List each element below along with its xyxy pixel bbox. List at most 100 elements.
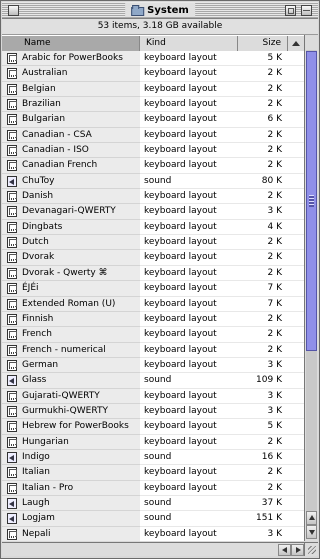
sound-file-icon[interactable] bbox=[7, 497, 17, 509]
file-list-row[interactable]: Nepali keyboard layout 3 K bbox=[2, 526, 304, 541]
file-name-cell[interactable]: Canadian - ISO bbox=[2, 143, 140, 159]
file-list-row[interactable]: French keyboard layout 2 K bbox=[2, 327, 304, 343]
keyboard-layout-file-icon[interactable] bbox=[7, 129, 17, 141]
keyboard-layout-file-icon[interactable] bbox=[7, 405, 17, 417]
file-name-cell[interactable]: Dvorak bbox=[2, 250, 140, 266]
file-list-row[interactable]: Dvorak - Qwerty ⌘ keyboard layout 2 K bbox=[2, 265, 304, 282]
file-name[interactable]: Danish bbox=[22, 189, 53, 203]
keyboard-layout-file-icon[interactable] bbox=[7, 191, 17, 203]
file-name[interactable]: Extended Roman (U) bbox=[22, 297, 115, 311]
file-list-row[interactable]: Danish keyboard layout 2 K bbox=[2, 189, 304, 205]
keyboard-layout-file-icon[interactable] bbox=[7, 68, 17, 80]
file-name-cell[interactable]: French bbox=[2, 327, 140, 343]
file-name-cell[interactable]: Gurmukhi-QWERTY bbox=[2, 403, 140, 420]
keyboard-layout-file-icon[interactable] bbox=[7, 221, 17, 233]
scroll-left-arrow[interactable] bbox=[278, 544, 291, 556]
file-name[interactable]: Bulgarian bbox=[22, 112, 65, 126]
file-list-row[interactable]: Australian keyboard layout 2 K bbox=[2, 66, 304, 82]
file-name-cell[interactable]: Logjam bbox=[2, 511, 140, 527]
file-name[interactable]: Arabic for PowerBooks bbox=[22, 51, 123, 65]
file-name[interactable]: Australian bbox=[22, 66, 68, 80]
keyboard-layout-file-icon[interactable] bbox=[7, 436, 17, 448]
keyboard-layout-file-icon[interactable] bbox=[7, 421, 17, 433]
keyboard-layout-file-icon[interactable] bbox=[7, 313, 17, 325]
file-list-row[interactable]: Belgian keyboard layout 2 K bbox=[2, 81, 304, 98]
file-name-cell[interactable]: French - numerical bbox=[2, 342, 140, 358]
file-list-row[interactable]: Canadian - ISO keyboard layout 2 K bbox=[2, 143, 304, 159]
file-list-row[interactable]: Extended Roman (U) keyboard layout 7 K bbox=[2, 296, 304, 312]
keyboard-layout-file-icon[interactable] bbox=[7, 53, 17, 64]
file-name[interactable]: German bbox=[22, 358, 58, 372]
scroll-up-arrow[interactable] bbox=[306, 511, 317, 525]
file-list-row[interactable]: Glass sound 109 K bbox=[2, 373, 304, 389]
file-list-row[interactable]: Gujarati-QWERTY keyboard layout 3 K bbox=[2, 388, 304, 404]
keyboard-layout-file-icon[interactable] bbox=[7, 390, 17, 402]
file-name-cell[interactable]: Gujarati-QWERTY bbox=[2, 388, 140, 404]
file-list-row[interactable]: Dvorak keyboard layout 2 K bbox=[2, 250, 304, 266]
file-name[interactable]: Dvorak bbox=[22, 250, 54, 264]
file-name-cell[interactable]: Canadian French bbox=[2, 158, 140, 174]
file-name-cell[interactable]: Laugh bbox=[2, 495, 140, 512]
keyboard-layout-file-icon[interactable] bbox=[7, 99, 17, 111]
file-name-cell[interactable]: German bbox=[2, 357, 140, 374]
file-list-row[interactable]: Dutch keyboard layout 2 K bbox=[2, 235, 304, 251]
file-name[interactable]: Dvorak - Qwerty ⌘ bbox=[22, 266, 108, 280]
file-name[interactable]: ChuToy bbox=[22, 174, 55, 188]
keyboard-layout-file-icon[interactable] bbox=[7, 329, 17, 341]
file-name[interactable]: ÉJÉi bbox=[22, 281, 39, 295]
file-name[interactable]: Dutch bbox=[22, 235, 49, 249]
keyboard-layout-file-icon[interactable] bbox=[7, 160, 17, 172]
file-name-cell[interactable]: Bulgarian bbox=[2, 112, 140, 128]
keyboard-layout-file-icon[interactable] bbox=[7, 283, 17, 295]
file-name[interactable]: Glass bbox=[22, 373, 46, 387]
file-name[interactable]: Laugh bbox=[22, 496, 50, 510]
file-list-row[interactable]: Bulgarian keyboard layout 6 K bbox=[2, 112, 304, 128]
file-list-row[interactable]: ÉJÉi keyboard layout 7 K bbox=[2, 281, 304, 297]
keyboard-layout-file-icon[interactable] bbox=[7, 206, 17, 218]
file-list-row[interactable]: Laugh sound 37 K bbox=[2, 495, 304, 512]
file-name[interactable]: Finnish bbox=[22, 312, 53, 326]
file-name-cell[interactable]: Belgian bbox=[2, 81, 140, 98]
vertical-scroll-thumb[interactable] bbox=[306, 51, 317, 351]
vertical-scrollbar[interactable] bbox=[304, 35, 318, 541]
keyboard-layout-file-icon[interactable] bbox=[7, 298, 17, 310]
close-box[interactable] bbox=[8, 5, 19, 16]
file-name-cell[interactable]: Italian bbox=[2, 465, 140, 481]
file-list-row[interactable]: Arabic for PowerBooks keyboard layout 5 K bbox=[2, 51, 304, 67]
sound-file-icon[interactable] bbox=[7, 513, 17, 525]
horizontal-scrollbar[interactable] bbox=[2, 542, 304, 556]
sound-file-icon[interactable] bbox=[7, 451, 17, 463]
keyboard-layout-file-icon[interactable] bbox=[7, 528, 17, 540]
collapse-box[interactable] bbox=[301, 5, 312, 16]
file-name-cell[interactable]: Brazilian bbox=[2, 97, 140, 113]
file-name[interactable]: Dingbats bbox=[22, 220, 62, 234]
file-name[interactable]: Indigo bbox=[22, 450, 50, 464]
file-list-row[interactable]: French - numerical keyboard layout 2 K bbox=[2, 342, 304, 358]
file-name[interactable]: Canadian - CSA bbox=[22, 128, 92, 142]
file-name-cell[interactable]: Hungarian bbox=[2, 434, 140, 450]
keyboard-layout-file-icon[interactable] bbox=[7, 467, 17, 479]
file-name-cell[interactable]: Extended Roman (U) bbox=[2, 296, 140, 312]
sound-file-icon[interactable] bbox=[7, 175, 17, 187]
file-name[interactable]: Gujarati-QWERTY bbox=[22, 389, 100, 403]
keyboard-layout-file-icon[interactable] bbox=[7, 359, 17, 371]
file-list-row[interactable]: Dingbats keyboard layout 4 K bbox=[2, 219, 304, 236]
file-list-row[interactable]: Finnish keyboard layout 2 K bbox=[2, 311, 304, 328]
file-name-cell[interactable]: Devanagari-QWERTY bbox=[2, 204, 140, 220]
keyboard-layout-file-icon[interactable] bbox=[7, 344, 17, 356]
file-list[interactable]: Arabic for PowerBooks keyboard layout 5 KA… bbox=[2, 51, 304, 541]
column-header-size[interactable]: Size bbox=[238, 36, 288, 51]
keyboard-layout-file-icon[interactable] bbox=[7, 237, 17, 249]
file-list-row[interactable]: Hungarian keyboard layout 2 K bbox=[2, 434, 304, 450]
file-name-cell[interactable]: ChuToy bbox=[2, 173, 140, 190]
file-name[interactable]: Nepali bbox=[22, 527, 51, 541]
file-name-cell[interactable]: Arabic for PowerBooks bbox=[2, 51, 140, 67]
resize-grow-box[interactable] bbox=[304, 542, 318, 556]
file-name[interactable]: Gurmukhi-QWERTY bbox=[22, 404, 108, 418]
file-name[interactable]: Hebrew for PowerBooks bbox=[22, 419, 129, 433]
file-list-row[interactable]: ChuToy sound 80 K bbox=[2, 173, 304, 190]
file-name[interactable]: Belgian bbox=[22, 82, 56, 96]
file-name-cell[interactable]: Finnish bbox=[2, 311, 140, 328]
file-name[interactable]: French - numerical bbox=[22, 343, 106, 357]
sound-file-icon[interactable] bbox=[7, 375, 17, 387]
